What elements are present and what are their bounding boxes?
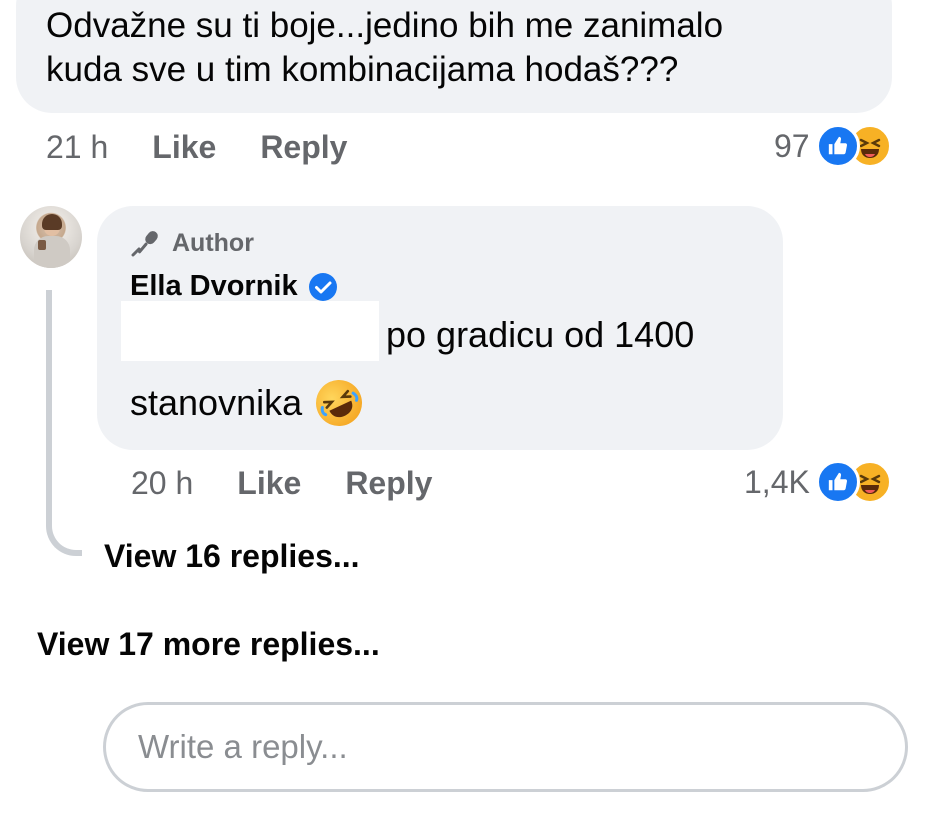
comment-thread: Odvažne su ti boje...jedino bih me zanim…	[0, 0, 940, 831]
reply-actions: 20 h Like Reply	[131, 463, 476, 503]
reply-input[interactable]	[136, 727, 880, 767]
verified-badge-icon	[308, 272, 337, 301]
top-comment-actions: 21 h Like Reply	[46, 127, 391, 167]
reply-like-button[interactable]: Like	[237, 465, 301, 502]
author-badge-label: Author	[172, 228, 254, 257]
view-replies-link[interactable]: View 16 replies...	[104, 538, 360, 575]
redacted-area	[121, 301, 379, 361]
top-comment-reply-button[interactable]: Reply	[260, 129, 347, 166]
author-avatar[interactable]	[20, 206, 82, 268]
top-comment-like-button[interactable]: Like	[152, 129, 216, 166]
reply-text-line-1: po gradicu od 1400	[386, 314, 695, 355]
reply-text-line-2-row: stanovnika	[130, 372, 370, 434]
reply-author-name[interactable]: Ella Dvornik	[130, 270, 298, 303]
top-comment-reactions[interactable]: 97	[774, 124, 892, 168]
microphone-icon	[131, 231, 158, 257]
thread-connector-line	[46, 290, 82, 556]
top-comment-text: Odvažne su ti boje...jedino bih me zanim…	[46, 6, 724, 89]
reply-time[interactable]: 20 h	[131, 465, 193, 502]
rofl-emoji	[308, 372, 370, 434]
view-more-replies-link[interactable]: View 17 more replies...	[37, 626, 380, 663]
top-comment-reaction-count: 97	[774, 127, 810, 164]
like-reaction-icon	[815, 460, 860, 504]
reply-author: Ella Dvornik	[130, 270, 338, 303]
reply-reaction-count: 1,4K	[744, 463, 810, 500]
reply-reply-button[interactable]: Reply	[345, 465, 432, 502]
top-comment-time[interactable]: 21 h	[46, 129, 108, 166]
like-reaction-icon	[815, 124, 860, 168]
reply-reactions[interactable]: 1,4K	[744, 460, 892, 504]
reply-text-line-2: stanovnika	[130, 382, 303, 423]
reply-composer[interactable]	[103, 702, 908, 792]
author-badge: Author	[130, 228, 254, 258]
